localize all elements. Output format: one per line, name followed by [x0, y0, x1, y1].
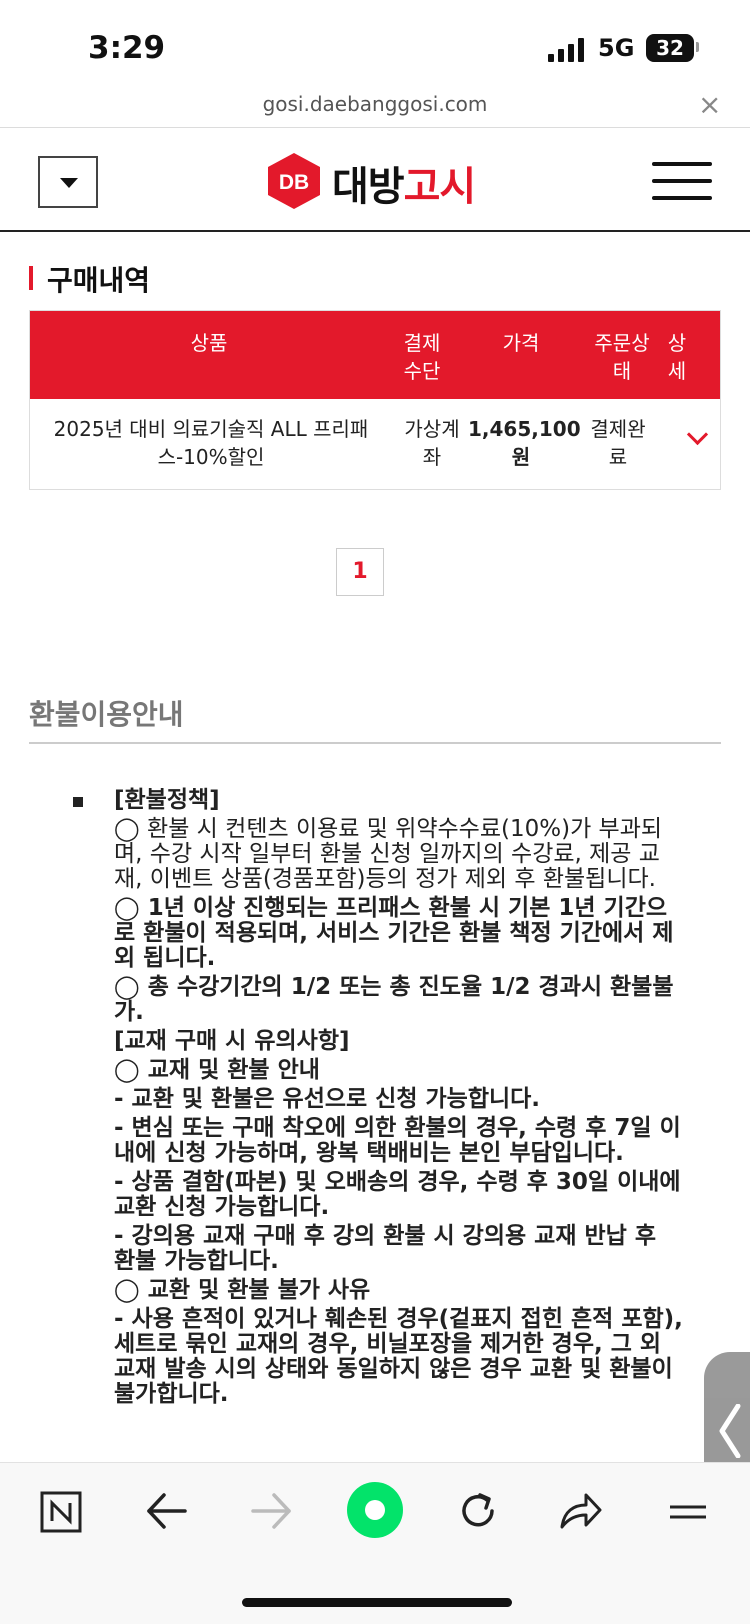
logo[interactable]: 대방고시	[332, 154, 477, 212]
chevron-down-icon[interactable]	[686, 423, 709, 446]
page-title: 구매내역	[47, 264, 151, 297]
order-status: 결제완 료	[590, 417, 646, 469]
policy-line: - 교환 및 환불은 유선으로 신청 가능합니다.	[114, 1086, 541, 1112]
header-divider	[0, 230, 750, 232]
table-row[interactable]: 2025년 대비 의료기술직 ALL 프리패 스-10%할인 가상계 좌 1,465…	[30, 399, 720, 489]
policy-line: ◯ 1년 이상 진행되는 프리패스 환불 시 기본 1년 기간으로 환불이 적용…	[114, 895, 674, 971]
policy-line: - 사용 흔적이 있거나 훼손된 경우(겉표지 접힌 흔적 포함), 세트로 묶…	[114, 1306, 683, 1407]
url-bar[interactable]: gosi.daebanggosi.com	[0, 92, 750, 116]
refresh-icon[interactable]	[456, 1489, 500, 1533]
logo-mark-text: DB	[279, 171, 309, 194]
policy-line: ◯ 교환 및 환불 불가 사유	[114, 1277, 371, 1303]
page-button-1[interactable]: 1	[336, 548, 384, 596]
logo-text-red: 고시	[403, 164, 477, 210]
policy-line: ◯ 환불 시 컨텐츠 이용료 및 위약수수료(10%)가 부과되며, 수강 시작…	[114, 816, 663, 892]
divider	[0, 127, 750, 128]
bullet-icon	[73, 797, 83, 807]
menu-icon[interactable]	[652, 162, 712, 200]
dropdown-button[interactable]	[38, 156, 98, 208]
green-dot-icon[interactable]	[346, 1481, 404, 1539]
logo-text-black: 대방	[332, 164, 405, 210]
policy-line: - 상품 결함(파본) 및 오배송의 경우, 수령 후 30일 이내에 교환 신…	[114, 1169, 681, 1220]
col-header-price: 가격	[502, 331, 540, 355]
purchase-table: 상품 결제수단 가격 주문상태 상세 2025년 대비 의료기술직 ALL 프리…	[29, 310, 721, 490]
status-time: 3:29	[88, 30, 166, 66]
naver-n-icon[interactable]	[40, 1491, 82, 1533]
battery-icon: 32	[646, 34, 694, 62]
section-marker	[29, 266, 33, 290]
signal-icon	[548, 38, 588, 62]
col-header-payment: 결제수단	[403, 331, 441, 383]
toolbar-menu-icon[interactable]	[668, 1493, 708, 1529]
refund-policy-text: [환불정책] ◯ 환불 시 컨텐츠 이용료 및 위약수수료(10%)가 부과되며…	[114, 788, 684, 1411]
battery-cap	[696, 42, 699, 52]
close-icon[interactable]: ×	[698, 88, 721, 121]
chevron-left-icon	[719, 1404, 741, 1458]
col-header-detail: 상세	[667, 331, 687, 383]
policy-line: - 변심 또는 구매 착오에 의한 환불의 경우, 수령 후 7일 이내에 신청…	[114, 1115, 681, 1166]
table-header: 상품 결제수단 가격 주문상태 상세	[30, 311, 720, 399]
policy-line: ◯ 교재 및 환불 안내	[114, 1057, 320, 1083]
forward-arrow-icon[interactable]	[250, 1491, 292, 1531]
back-arrow-icon[interactable]	[146, 1491, 188, 1531]
refund-title: 환불이용안내	[29, 698, 184, 731]
share-icon[interactable]	[558, 1489, 604, 1533]
home-indicator	[242, 1598, 512, 1607]
network-label: 5G	[598, 34, 635, 62]
price: 1,465,100 원	[468, 417, 581, 469]
col-header-status: 주문상태	[594, 331, 650, 383]
logo-mark-icon: DB	[268, 153, 320, 209]
col-header-product: 상품	[190, 331, 228, 355]
policy-line: ◯ 총 수강기간의 1/2 또는 총 진도율 1/2 경과시 환불불가.	[114, 974, 674, 1025]
policy-line: [환불정책]	[114, 787, 220, 813]
product-name: 2025년 대비 의료기술직 ALL 프리패 스-10%할인	[53, 417, 369, 469]
refund-divider	[29, 742, 721, 744]
policy-line: [교재 구매 시 유의사항]	[114, 1028, 350, 1054]
policy-line: - 강의용 교재 구매 후 강의 환불 시 강의용 교재 반납 후 환불 가능합…	[114, 1223, 656, 1274]
payment-method: 가상계 좌	[404, 417, 460, 469]
